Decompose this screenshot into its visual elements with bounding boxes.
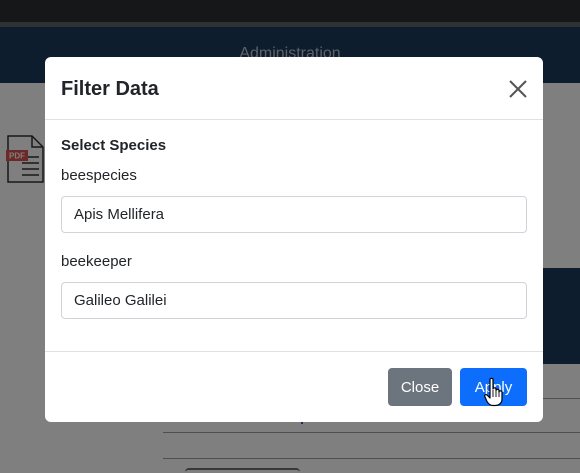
- beespecies-label: beespecies: [61, 167, 137, 184]
- close-icon[interactable]: [508, 79, 528, 99]
- beespecies-input[interactable]: [61, 196, 527, 233]
- filter-data-modal: Filter Data Select Species beespecies be…: [45, 57, 543, 422]
- modal-header: Filter Data: [45, 57, 543, 120]
- modal-title: Filter Data: [61, 78, 159, 100]
- beekeeper-input[interactable]: [61, 282, 527, 319]
- hand-cursor-icon: [484, 377, 503, 407]
- section-title: Select Species: [61, 137, 167, 154]
- close-button[interactable]: Close: [388, 368, 452, 406]
- beekeeper-label: beekeeper: [61, 253, 132, 270]
- modal-footer: Close Apply: [45, 351, 543, 422]
